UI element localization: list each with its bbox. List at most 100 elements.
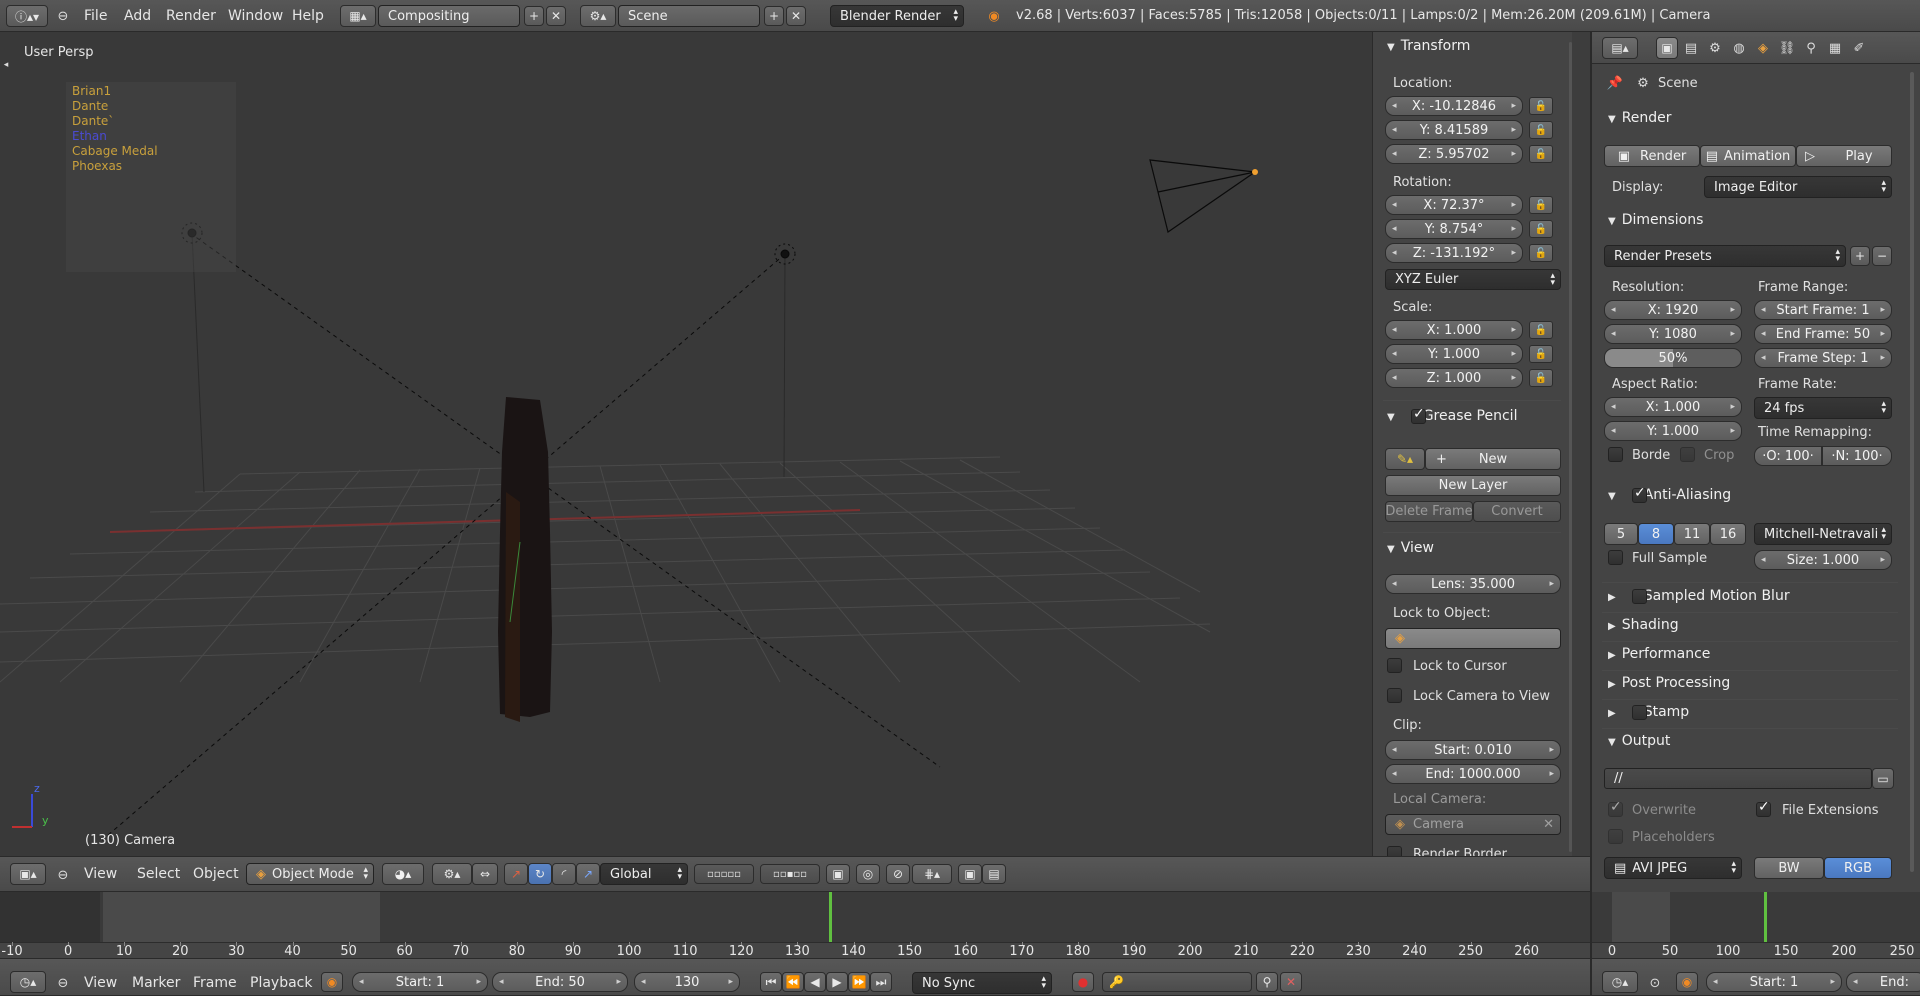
mode-dropdown[interactable]: ◈ Object Mode ▴ ▾ (246, 863, 374, 885)
lock-camera-checkbox[interactable] (1387, 688, 1402, 703)
render-engine-dropdown[interactable]: Blender Render ▴ ▾ (830, 5, 964, 27)
performance-header[interactable]: ▶ Performance (1608, 646, 1710, 662)
texture-tab-icon[interactable]: ▦ (1824, 37, 1846, 59)
start-frame-field[interactable]: ◂ Start Frame: 1 ▸ (1754, 300, 1892, 320)
lock-layers-icon[interactable]: ▣ (826, 864, 850, 884)
menu-object[interactable]: Object (193, 866, 239, 882)
data-tab-icon[interactable]: ⚲ (1800, 37, 1822, 59)
start-frame-field[interactable]: ◂ Start: 1 ▸ (352, 972, 488, 992)
snap-toggle-icon[interactable]: ⊘ (886, 864, 910, 884)
lock-scale-y-icon[interactable]: 🔓 (1529, 345, 1553, 363)
clip-end-field[interactable]: ◂ End: 1000.000 ▸ (1385, 764, 1561, 784)
layers-icon[interactable]: ▫▫▫▫▫ (694, 864, 754, 884)
delete-keyframe-icon[interactable]: ✕ (1280, 972, 1302, 992)
new-layer-button[interactable]: New Layer (1385, 475, 1561, 496)
transform-header[interactable]: ▼ Transform (1387, 38, 1470, 54)
properties-scrollbar[interactable] (1910, 72, 1914, 872)
remove-scene-icon[interactable]: ✕ (786, 6, 806, 26)
end-frame-field[interactable]: ◂ End: 50 ▸ (492, 972, 628, 992)
render-layers-tab-icon[interactable]: ▤ (1680, 37, 1702, 59)
anti-aliasing-header[interactable]: ▼ Anti-Aliasing (1608, 487, 1731, 503)
lock-scale-x-icon[interactable]: 🔓 (1529, 321, 1553, 339)
aa-samples-8-button[interactable]: 8 (1638, 523, 1674, 545)
remove-preset-icon[interactable]: − (1872, 246, 1892, 266)
scale-icon[interactable]: ◜ (552, 863, 576, 885)
play-icon[interactable]: ▶ (826, 972, 848, 992)
collapse-icon[interactable]: ⊖ (56, 8, 70, 24)
scene-tab-icon[interactable]: ⚙ (1704, 37, 1726, 59)
lock-to-cursor-checkbox[interactable] (1387, 658, 1402, 673)
play-reverse-icon[interactable]: ◀ (804, 972, 826, 992)
bw-button[interactable]: BW (1754, 857, 1824, 879)
current-frame-field[interactable]: ◂ 130 ▸ (634, 972, 740, 992)
view-header[interactable]: ▼ View (1387, 540, 1434, 556)
outliner-item[interactable]: Phoexas (72, 159, 122, 173)
render-border-checkbox[interactable] (1387, 846, 1402, 856)
location-x-field[interactable]: ◂ X: -10.12846 ▸ (1385, 96, 1523, 116)
aa-samples-5-button[interactable]: 5 (1604, 523, 1638, 545)
folder-icon[interactable]: ▭ (1872, 768, 1894, 789)
timeline-editor[interactable]: -10 0 10 20 30 40 50 60 70 80 90 100 110 120 130 140 150… (0, 892, 1590, 958)
panel-scrollbar[interactable] (1569, 42, 1572, 852)
sync-dropdown[interactable]: No Sync ▴ ▾ (912, 972, 1052, 994)
rotation-y-field[interactable]: ◂ Y: 8.754° ▸ (1385, 219, 1523, 239)
motion-blur-checkbox[interactable] (1632, 589, 1647, 604)
output-header[interactable]: ▼ Output (1608, 733, 1670, 749)
snap-element-icon[interactable]: ⋕▴ (912, 864, 952, 884)
keying-set-field[interactable]: 🔑 (1102, 972, 1252, 992)
start-frame-field-2[interactable]: ◂ Start: 1 ▸ (1706, 972, 1842, 992)
animation-button[interactable]: ▤ Animation (1700, 145, 1796, 167)
outliner-item[interactable]: Dante` (72, 114, 114, 128)
file-format-dropdown[interactable]: ▤ AVI JPEG ▴ ▾ (1604, 857, 1742, 879)
toolshelf-toggle-icon[interactable]: ◂ (0, 58, 12, 72)
info-editor-icon[interactable]: ⓘ▴▾ (6, 5, 48, 27)
menu-view[interactable]: View (84, 975, 117, 991)
pin-icon[interactable]: 📌 (1606, 74, 1624, 92)
aa-filter-dropdown[interactable]: Mitchell-Netravali ▴ ▾ (1754, 523, 1892, 545)
aspect-x-field[interactable]: ◂ X: 1.000 ▸ (1604, 397, 1742, 417)
scale-z-field[interactable]: ◂ Z: 1.000 ▸ (1385, 368, 1523, 388)
outliner-item[interactable]: Dante (72, 99, 108, 113)
menu-select[interactable]: Select (137, 866, 180, 882)
aa-size-field[interactable]: ◂ Size: 1.000 ▸ (1754, 550, 1892, 570)
rotation-z-field[interactable]: ◂ Z: -131.192° ▸ (1385, 243, 1523, 263)
menu-render[interactable]: Render (166, 8, 216, 24)
frame-rate-dropdown[interactable]: 24 fps ▴ ▾ (1754, 397, 1892, 419)
collapse-icon[interactable]: ⊙ (1648, 975, 1662, 991)
dimensions-header[interactable]: ▼ Dimensions (1608, 212, 1703, 228)
shading-header[interactable]: ▶ Shading (1608, 617, 1679, 633)
stamp-checkbox[interactable] (1632, 705, 1647, 720)
end-frame-field-2[interactable]: ◂ End: (1846, 972, 1920, 992)
jump-key-forward-icon[interactable]: ⏩ (848, 972, 870, 992)
frame-step-field[interactable]: ◂ Frame Step: 1 ▸ (1754, 348, 1892, 368)
anti-aliasing-checkbox[interactable] (1632, 485, 1647, 503)
scale-y-field[interactable]: ◂ Y: 1.000 ▸ (1385, 344, 1523, 364)
world-tab-icon[interactable]: ◍ (1728, 37, 1750, 59)
location-y-field[interactable]: ◂ Y: 8.41589 ▸ (1385, 120, 1523, 140)
render-presets-dropdown[interactable]: Render Presets ▴ ▾ (1604, 245, 1846, 267)
jump-end-icon[interactable]: ⏭ (870, 972, 892, 992)
resolution-percent-slider[interactable]: 50% (1604, 348, 1742, 368)
remove-layout-icon[interactable]: ✕ (546, 6, 566, 26)
gp-new-button[interactable]: + New (1425, 448, 1561, 470)
aa-samples-11-button[interactable]: 11 (1674, 523, 1710, 545)
pivot-icon[interactable]: ⚙▴ (432, 863, 472, 885)
jump-key-back-icon[interactable]: ⏪ (782, 972, 804, 992)
remap-new-field[interactable]: ·N: 100· (1822, 446, 1892, 466)
rotation-x-field[interactable]: ◂ X: 72.37° ▸ (1385, 195, 1523, 215)
lock-to-object-field[interactable]: ◈ (1385, 628, 1561, 649)
timeline-editor-icon[interactable]: ◷▴ (1602, 971, 1638, 993)
pencil-icon[interactable]: ✎▴ (1385, 448, 1425, 470)
orientation-dropdown[interactable]: Global ▴ ▾ (600, 863, 688, 885)
rotation-mode-dropdown[interactable]: XYZ Euler ▴ ▾ (1385, 269, 1561, 290)
add-scene-icon[interactable]: + (764, 6, 784, 26)
output-path-field[interactable]: // (1604, 768, 1872, 789)
location-z-field[interactable]: ◂ Z: 5.95702 ▸ (1385, 144, 1523, 164)
border-checkbox[interactable] (1608, 447, 1623, 462)
object-tab-icon[interactable]: ◈ (1752, 37, 1774, 59)
menu-playback[interactable]: Playback (250, 975, 312, 991)
render-still-icon[interactable]: ▣ (958, 864, 982, 884)
play-button[interactable]: ▷ Play (1796, 145, 1892, 167)
file-extensions-checkbox[interactable] (1756, 799, 1771, 817)
add-layout-icon[interactable]: + (524, 6, 544, 26)
